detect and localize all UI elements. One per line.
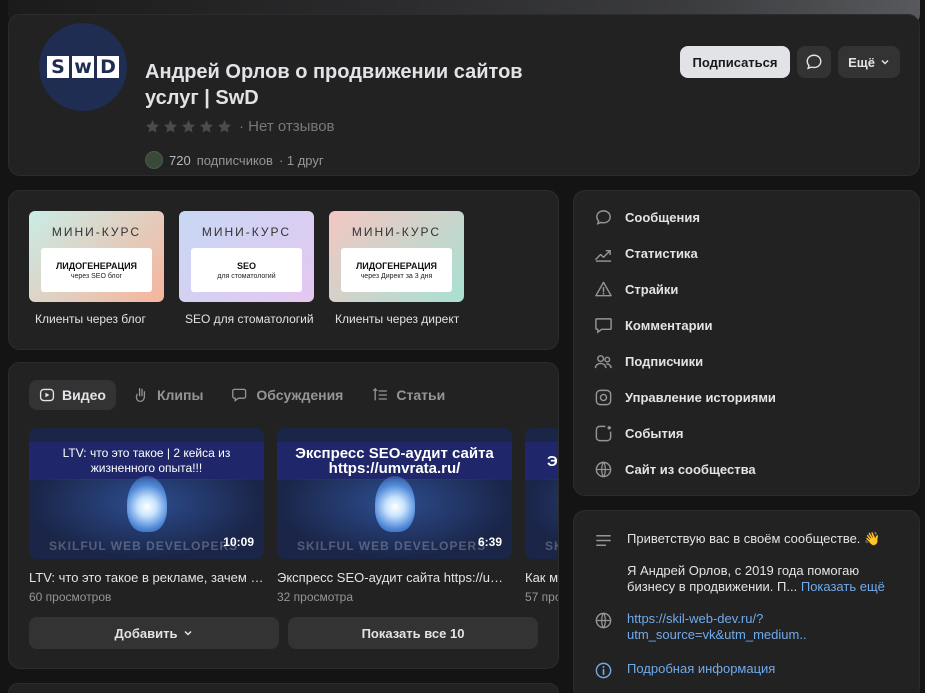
video-thumbnail: LTV: что это такое | 2 кейса из жизненно… xyxy=(29,428,264,559)
show-all-videos-button[interactable]: Показать все 10 xyxy=(288,617,538,649)
friend-avatar xyxy=(145,151,163,169)
website-row[interactable]: https://skil-web-dev.ru/? utm_source=vk&… xyxy=(594,611,807,643)
group-title: Андрей Орлов о продвижении сайтов услуг … xyxy=(145,61,523,109)
video-title[interactable]: LTV: что это такое в рекламе, зачем его … xyxy=(29,570,264,585)
video-duration: 6:39 xyxy=(477,535,502,549)
tab-articles[interactable]: Статьи xyxy=(361,380,455,410)
menu-item-strikes[interactable]: Страйки xyxy=(594,277,678,301)
message-button[interactable] xyxy=(797,46,831,78)
media-tabs: Видео Клипы Обсуждения Статьи xyxy=(29,380,455,410)
star-icon xyxy=(217,120,232,133)
clips-icon xyxy=(135,387,145,403)
event-icon xyxy=(595,425,612,441)
course-thumbnail: МИНИ-КУРС SEO для стоматологий xyxy=(179,211,314,302)
course-item[interactable]: МИНИ-КУРС SEO для стоматологий SEO для с… xyxy=(179,211,314,326)
users-icon xyxy=(594,354,612,368)
video-item[interactable]: Э SKILFUL WEB DEVELOPERS Как м 57 про xyxy=(525,428,559,604)
video-views: 32 просмотра xyxy=(277,590,354,604)
star-icon xyxy=(145,120,160,133)
tab-clips[interactable]: Клипы xyxy=(124,380,213,410)
text-lines-icon xyxy=(596,534,611,547)
menu-item-events[interactable]: События xyxy=(594,421,683,445)
message-icon xyxy=(806,54,822,70)
community-menu: Сообщения Статистика Страйки Комментарии… xyxy=(573,190,920,496)
about-card: Приветствую вас в своём сообществе. 👋 Я … xyxy=(573,510,920,693)
discussion-icon xyxy=(232,388,247,402)
course-item[interactable]: МИНИ-КУРС ЛИДОГЕНЕРАЦИЯ через SEO блог К… xyxy=(29,211,164,326)
next-card xyxy=(8,683,559,693)
globe-icon xyxy=(595,461,612,477)
info-icon xyxy=(595,662,612,679)
subscribers-label: подписчиков xyxy=(196,152,273,168)
video-thumbnail: Э SKILFUL WEB DEVELOPERS xyxy=(525,428,558,559)
rating-row[interactable]: · Нет отзывов xyxy=(145,118,335,135)
chevron-down-icon xyxy=(184,630,193,636)
video-item[interactable]: LTV: что это такое | 2 кейса из жизненно… xyxy=(29,428,264,604)
star-icon xyxy=(199,120,214,133)
subscribers-row[interactable]: 720 подписчиков · 1 друг xyxy=(145,151,324,169)
course-caption: Клиенты через директ xyxy=(335,312,460,326)
course-thumbnail: МИНИ-КУРС ЛИДОГЕНЕРАЦИЯ через Директ за … xyxy=(329,211,464,302)
group-avatar[interactable]: S w D xyxy=(37,21,129,113)
menu-item-comments[interactable]: Комментарии xyxy=(594,313,713,337)
video-title[interactable]: Как м xyxy=(525,570,558,585)
star-icon xyxy=(181,120,196,133)
video-views: 57 про xyxy=(525,590,559,604)
comment-icon xyxy=(595,317,612,334)
menu-item-subscribers[interactable]: Подписчики xyxy=(594,349,703,373)
articles-icon xyxy=(373,387,388,401)
show-more-link[interactable]: Показать ещё xyxy=(801,579,885,594)
globe-icon xyxy=(595,612,612,629)
group-header: S w D Андрей Орлов о продвижении сайтов … xyxy=(8,14,920,176)
courses-card: МИНИ-КУРС ЛИДОГЕНЕРАЦИЯ через SEO блог К… xyxy=(8,190,559,350)
course-thumbnail: МИНИ-КУРС ЛИДОГЕНЕРАЦИЯ через SEO блог xyxy=(29,211,164,302)
tab-discussions[interactable]: Обсуждения xyxy=(221,380,353,410)
greeting-text: Приветствую вас в своём сообществе. 👋 xyxy=(627,531,881,546)
tab-video[interactable]: Видео xyxy=(29,380,116,410)
chevron-down-icon xyxy=(881,59,889,65)
warning-icon xyxy=(595,281,612,296)
video-icon xyxy=(39,388,55,402)
course-caption: Клиенты через блог xyxy=(35,312,146,326)
more-button[interactable]: Ещё xyxy=(838,46,900,78)
video-duration: 10:09 xyxy=(223,535,254,549)
star-icon xyxy=(163,120,178,133)
stories-icon xyxy=(595,389,612,405)
course-item[interactable]: МИНИ-КУРС ЛИДОГЕНЕРАЦИЯ через Директ за … xyxy=(329,211,464,326)
menu-item-site[interactable]: Сайт из сообщества xyxy=(594,457,756,481)
friends-text: · 1 друг xyxy=(278,152,324,168)
menu-item-messages[interactable]: Сообщения xyxy=(594,205,700,229)
website-link[interactable]: https://skil-web-dev.ru/? utm_source=vk&… xyxy=(627,611,807,643)
subscribe-button[interactable]: Подписаться xyxy=(680,46,790,78)
add-video-button[interactable]: Добавить xyxy=(29,617,279,649)
menu-item-stories[interactable]: Управление историями xyxy=(594,385,776,409)
details-link[interactable]: Подробная информация xyxy=(627,661,775,680)
swd-logo: S w D xyxy=(47,56,119,78)
lightbulb-image xyxy=(126,476,167,532)
message-icon xyxy=(596,209,611,225)
course-caption: SEO для стоматологий xyxy=(185,312,314,326)
reviews-text: · Нет отзывов xyxy=(239,118,335,135)
video-thumbnail: Экспресс SEO-аудит сайта https://umvrata… xyxy=(277,428,512,559)
subscribers-count: 720 xyxy=(169,152,191,168)
menu-item-stats[interactable]: Статистика xyxy=(594,241,698,265)
details-row[interactable]: Подробная информация xyxy=(594,661,775,680)
media-card: Видео Клипы Обсуждения Статьи LTV: что э… xyxy=(8,362,559,669)
stats-icon xyxy=(595,249,612,262)
video-title[interactable]: Экспресс SEO-аудит сайта https://umvrata… xyxy=(277,570,512,585)
description-block: Приветствую вас в своём сообществе. 👋 Я … xyxy=(594,531,902,595)
video-views: 60 просмотров xyxy=(29,590,112,604)
video-item[interactable]: Экспресс SEO-аудит сайта https://umvrata… xyxy=(277,428,512,604)
lightbulb-image xyxy=(374,476,415,532)
